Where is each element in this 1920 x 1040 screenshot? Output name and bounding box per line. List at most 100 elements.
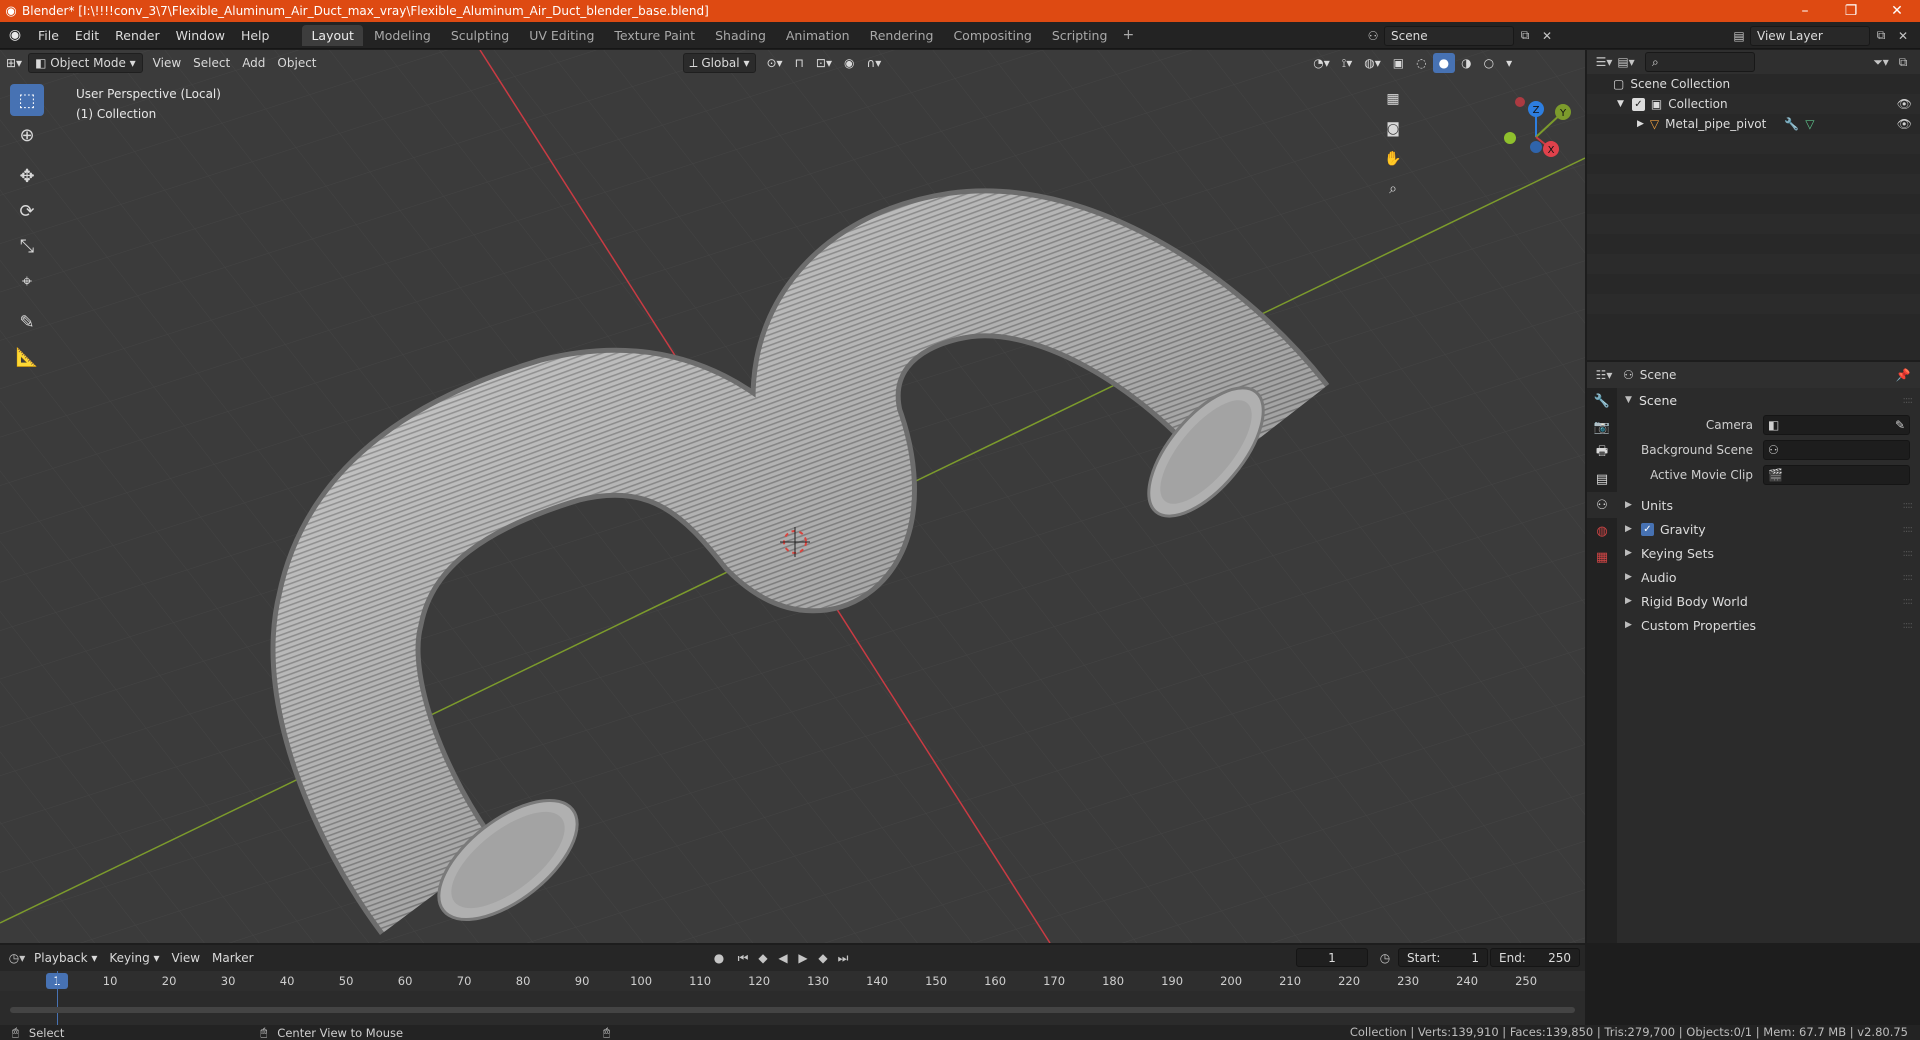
expand-arrow-icon[interactable]: ▶ <box>1637 119 1644 129</box>
menu-help[interactable]: Help <box>233 22 278 49</box>
custom-properties-panel-header[interactable]: ▶ Custom Properties :::: <box>1619 613 1920 637</box>
menu-marker[interactable]: Marker <box>206 948 259 968</box>
maximize-button[interactable]: ❐ <box>1828 0 1874 22</box>
expand-arrow-icon[interactable]: ▼ <box>1617 99 1624 109</box>
move-tool-icon[interactable]: ✥ <box>10 160 44 192</box>
material-shading-icon[interactable]: ◑ <box>1455 53 1477 73</box>
minimize-button[interactable]: – <box>1782 0 1828 22</box>
proportional-edit-icon[interactable]: ◉ <box>838 53 860 73</box>
menu-file[interactable]: File <box>30 22 67 49</box>
tab-rendering[interactable]: Rendering <box>861 25 943 46</box>
texture-tab-icon[interactable]: ▦ <box>1587 544 1617 570</box>
rendered-shading-icon[interactable]: ○ <box>1478 53 1500 73</box>
scene-name-field[interactable]: Scene <box>1384 25 1514 46</box>
record-icon[interactable]: ● <box>708 948 730 968</box>
start-frame-field[interactable]: Start: 1 <box>1398 948 1488 967</box>
tab-texture-paint[interactable]: Texture Paint <box>605 25 704 46</box>
scene-tab-icon[interactable]: ⚇ <box>1587 492 1617 518</box>
camera-field[interactable]: ◧ ✎ <box>1763 414 1910 435</box>
new-view-layer-icon[interactable]: ⧉ <box>1870 26 1892 46</box>
menu-object[interactable]: Object <box>271 53 322 73</box>
playhead-line[interactable] <box>57 971 58 1025</box>
tab-modeling[interactable]: Modeling <box>365 25 440 46</box>
tool-tab-icon[interactable]: 🔧 <box>1587 388 1617 414</box>
zoom-icon[interactable]: ⌕ <box>1380 176 1406 202</box>
gizmo-negative-z-handle[interactable] <box>1530 141 1542 153</box>
gizmo-negative-y-handle[interactable] <box>1504 132 1516 144</box>
drag-grip-icon[interactable]: :::: <box>1903 395 1914 406</box>
add-workspace-button[interactable]: + <box>1117 27 1139 43</box>
timeline-track[interactable] <box>0 991 1585 1021</box>
overlays-icon[interactable]: ◍▾ <box>1358 53 1387 73</box>
solid-shading-icon[interactable]: ● <box>1432 53 1456 73</box>
transform-tool-icon[interactable]: ⌖ <box>10 265 44 297</box>
jump-start-icon[interactable]: ⏮ <box>732 948 754 968</box>
menu-add[interactable]: Add <box>236 53 271 73</box>
xray-icon[interactable]: ▣ <box>1387 53 1410 73</box>
outliner-collection[interactable]: ▼ ✓ ▣ Collection 👁 <box>1587 94 1920 114</box>
clock-icon[interactable]: ◷ <box>1374 948 1396 968</box>
pan-hand-icon[interactable]: ✋ <box>1380 146 1406 172</box>
camera-view-icon[interactable]: ◙ <box>1380 116 1406 142</box>
jump-keyframe-back-icon[interactable]: ◆ <box>752 948 774 968</box>
gizmos-icon[interactable]: ⟟▾ <box>1336 53 1359 73</box>
select-box-tool-icon[interactable]: ⬚ <box>10 84 44 116</box>
mesh-data-icon[interactable]: ▽ <box>1805 117 1814 131</box>
display-mode-icon[interactable]: ▤▾ <box>1615 52 1637 72</box>
measure-tool-icon[interactable]: 📐 <box>10 341 44 373</box>
tab-scripting[interactable]: Scripting <box>1043 25 1117 46</box>
view-layer-tab-icon[interactable]: ▤ <box>1587 466 1617 492</box>
menu-playback[interactable]: Playback ▾ <box>28 948 103 968</box>
close-button[interactable]: ✕ <box>1874 0 1920 22</box>
eye-icon[interactable]: 👁 <box>1897 117 1912 131</box>
jump-end-icon[interactable]: ⏭ <box>832 948 854 968</box>
snap-target-icon[interactable]: ⊡▾ <box>810 53 838 73</box>
rotate-tool-icon[interactable]: ⟳ <box>10 195 44 227</box>
gravity-panel-header[interactable]: ▶ ✓ Gravity :::: <box>1619 517 1920 541</box>
new-scene-icon[interactable]: ⧉ <box>1514 26 1536 46</box>
delete-view-layer-icon[interactable]: ✕ <box>1892 26 1914 46</box>
menu-timeline-view[interactable]: View <box>166 948 206 968</box>
outliner-search-input[interactable]: ⌕ <box>1645 52 1755 72</box>
shading-options-icon[interactable]: ▾ <box>1500 53 1518 73</box>
new-collection-icon[interactable]: ⧉ <box>1892 52 1914 72</box>
drag-grip-icon[interactable]: :::: <box>1903 572 1914 583</box>
current-frame-field[interactable]: 1 <box>1296 948 1368 967</box>
delete-scene-icon[interactable]: ✕ <box>1536 26 1558 46</box>
3d-viewport[interactable]: Z Y X ⊞▾ ◧ Object Mode ▾ View Select Add… <box>0 50 1585 943</box>
snap-icon[interactable]: ⊓ <box>789 53 810 73</box>
annotate-tool-icon[interactable]: ✎ <box>10 306 44 338</box>
wireframe-shading-icon[interactable]: ◌ <box>1410 53 1432 73</box>
drag-grip-icon[interactable]: :::: <box>1903 620 1914 631</box>
filter-icon[interactable]: ⏷▾ <box>1870 52 1892 72</box>
tab-layout[interactable]: Layout <box>302 24 363 46</box>
tab-uv-editing[interactable]: UV Editing <box>520 25 603 46</box>
play-reverse-icon[interactable]: ◀ <box>772 948 794 968</box>
menu-keying[interactable]: Keying ▾ <box>103 948 165 968</box>
background-scene-field[interactable]: ⚇ <box>1763 439 1910 460</box>
pivot-point-icon[interactable]: ⊙▾ <box>760 53 788 73</box>
gizmo-negative-x-handle[interactable] <box>1515 97 1525 107</box>
play-icon[interactable]: ▶ <box>792 948 814 968</box>
outliner-object-row[interactable]: ▶ ▽ Metal_pipe_pivot 🔧 ▽ 👁 <box>1587 114 1920 134</box>
jump-keyframe-forward-icon[interactable]: ◆ <box>812 948 834 968</box>
world-tab-icon[interactable]: ◍ <box>1587 518 1617 544</box>
tab-shading[interactable]: Shading <box>706 25 775 46</box>
editor-type-icon[interactable]: ⊞▾ <box>0 53 28 73</box>
rigid-body-world-panel-header[interactable]: ▶ Rigid Body World :::: <box>1619 589 1920 613</box>
visibility-icon[interactable]: ◔▾ <box>1307 53 1336 73</box>
scene-icon[interactable]: ⚇ <box>1362 26 1384 46</box>
menu-view[interactable]: View <box>147 53 187 73</box>
eye-icon[interactable]: 👁 <box>1897 97 1912 111</box>
menu-edit[interactable]: Edit <box>67 22 107 49</box>
drag-grip-icon[interactable]: :::: <box>1903 500 1914 511</box>
object-mode-dropdown[interactable]: ◧ Object Mode ▾ <box>28 53 143 73</box>
timeline-scrollbar[interactable] <box>10 1007 1575 1013</box>
transform-orientation-dropdown[interactable]: ⟂ Global ▾ <box>682 53 757 73</box>
timeline-ruler[interactable]: 1102030405060708090100110120130140150160… <box>0 971 1585 991</box>
falloff-icon[interactable]: ∩▾ <box>860 53 887 73</box>
units-panel-header[interactable]: ▶ Units :::: <box>1619 493 1920 517</box>
drag-grip-icon[interactable]: :::: <box>1903 548 1914 559</box>
output-tab-icon[interactable]: 🖶 <box>1587 440 1617 466</box>
view-layer-icon[interactable]: ▤ <box>1728 26 1750 46</box>
